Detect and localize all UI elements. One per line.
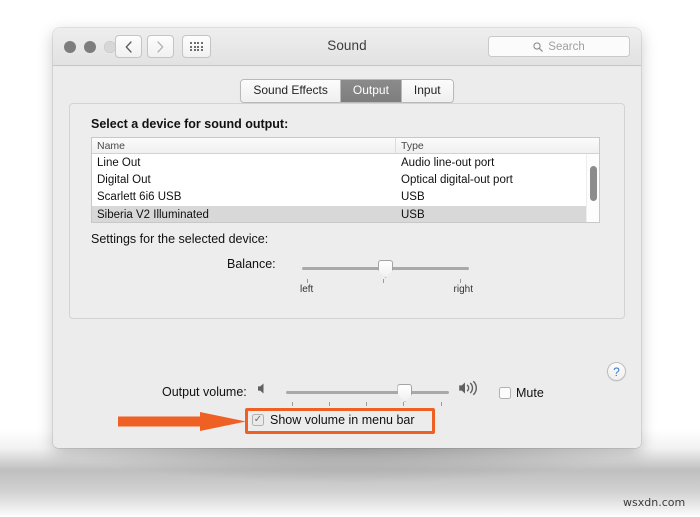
tab-input[interactable]: Input <box>401 80 453 102</box>
volume-tick-3 <box>366 402 367 406</box>
annotation-arrow <box>118 412 246 431</box>
column-header-type[interactable]: Type <box>396 138 599 153</box>
table-header-row: Name Type <box>92 138 599 154</box>
device-name: Scarlett 6i6 USB <box>97 191 182 204</box>
device-type: USB <box>401 208 425 221</box>
window-titlebar: Sound Search <box>53 28 641 66</box>
backdrop-shadow <box>0 440 700 517</box>
device-type: USB <box>401 191 425 204</box>
sound-preferences-window: Sound Search Sound Effects Output Input … <box>53 28 641 448</box>
balance-label: Balance: <box>227 257 276 271</box>
search-input[interactable]: Search <box>488 36 630 57</box>
output-device-table[interactable]: Name Type Line Out Audio line-out port D… <box>91 137 600 223</box>
device-name: Siberia V2 Illuminated <box>97 208 209 221</box>
settings-heading: Settings for the selected device: <box>91 232 269 246</box>
balance-right-label: right <box>453 284 473 295</box>
question-mark-icon: ? <box>613 364 620 379</box>
volume-tick-4 <box>403 402 404 406</box>
device-name: Line Out <box>97 156 141 169</box>
select-device-heading: Select a device for sound output: <box>91 117 289 131</box>
output-volume-label: Output volume: <box>162 385 247 399</box>
annotation-highlight-box <box>245 408 435 434</box>
speaker-low-icon <box>257 382 270 400</box>
device-type: Optical digital-out port <box>401 174 513 187</box>
search-icon <box>533 41 544 52</box>
device-name: Digital Out <box>97 174 151 187</box>
speaker-high-icon <box>458 380 480 401</box>
column-header-name[interactable]: Name <box>92 138 396 153</box>
volume-tick-1 <box>292 402 293 406</box>
mute-checkbox-row[interactable]: Mute <box>499 386 544 400</box>
help-button[interactable]: ? <box>607 362 626 381</box>
table-row[interactable]: Line Out Audio line-out port <box>92 154 599 171</box>
volume-thumb[interactable] <box>397 384 413 402</box>
search-placeholder: Search <box>548 40 585 53</box>
scrollbar-thumb[interactable] <box>590 166 597 201</box>
table-row[interactable]: Digital Out Optical digital-out port <box>92 171 599 188</box>
mute-checkbox[interactable] <box>499 387 511 399</box>
table-row-selected[interactable]: Siberia V2 Illuminated USB <box>92 206 599 222</box>
balance-tick-center <box>383 279 384 283</box>
balance-tick-right <box>460 279 461 283</box>
watermark: wsxdn.com <box>623 496 686 509</box>
balance-tick-left <box>307 279 308 283</box>
balance-thumb[interactable] <box>378 260 393 278</box>
volume-tick-5 <box>441 402 442 406</box>
device-type: Audio line-out port <box>401 156 495 169</box>
tab-sound-effects[interactable]: Sound Effects <box>241 80 341 102</box>
volume-track[interactable] <box>286 391 449 394</box>
balance-slider[interactable]: left right <box>300 260 473 295</box>
mute-label: Mute <box>516 386 544 400</box>
table-row[interactable]: Scarlett 6i6 USB USB <box>92 189 599 206</box>
table-scrollbar[interactable] <box>586 154 599 222</box>
balance-left-label: left <box>300 284 314 295</box>
volume-tick-2 <box>329 402 330 406</box>
output-volume-slider[interactable] <box>286 384 449 407</box>
tab-output[interactable]: Output <box>340 80 402 102</box>
output-settings-panel: Select a device for sound output: Name T… <box>69 103 626 381</box>
tab-bar: Sound Effects Output Input <box>53 79 641 103</box>
